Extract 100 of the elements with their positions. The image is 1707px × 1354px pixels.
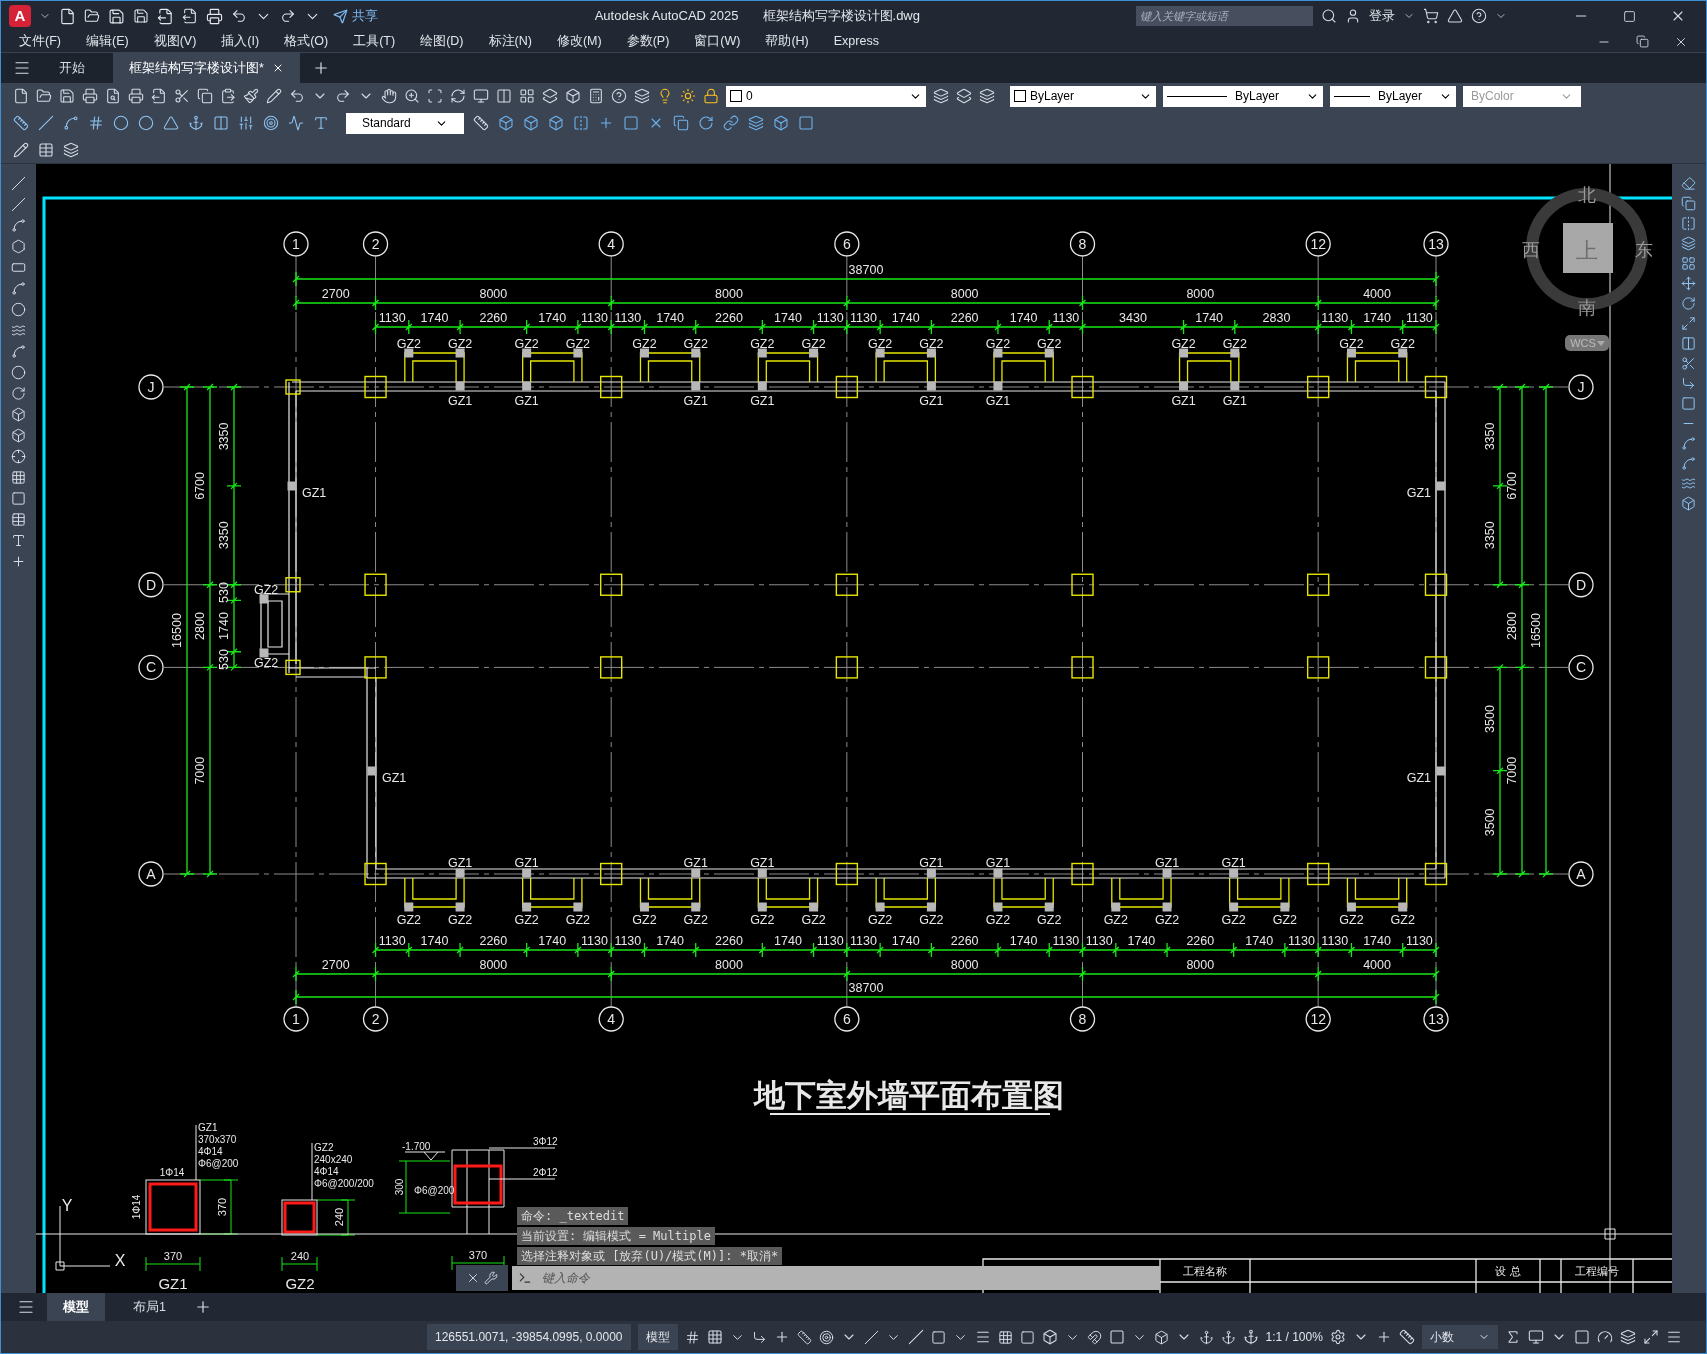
grid-axis-bubble: D (1568, 572, 1594, 598)
dimension-text: 1740 (1127, 934, 1156, 948)
dimension-text: 16500 (170, 613, 184, 648)
dimension-text: 1130 (1085, 934, 1113, 948)
column-label: GZ2 (985, 337, 1011, 351)
menu-item[interactable]: 格式(O) (284, 32, 329, 51)
column-label: GZ1 (1171, 394, 1196, 408)
units-dropdown[interactable]: 小数 (1421, 1325, 1498, 1349)
document-tab[interactable]: 框架结构写字楼设计图* (113, 53, 300, 83)
dimension-text: 1130 (1321, 934, 1349, 948)
column-label: GZ1 (750, 394, 775, 408)
dimension-text: 1740 (891, 934, 920, 948)
menu-item[interactable]: 视图(V) (153, 32, 197, 51)
dimension-text: 1130 (1405, 934, 1433, 948)
column-label: GZ1 (447, 856, 473, 870)
grid-axis-bubble: 12 (1305, 1006, 1331, 1032)
dimension-text: 1130 (378, 934, 406, 948)
menu-item[interactable]: 插入(I) (221, 32, 260, 51)
menu-item[interactable]: 帮助(H) (765, 32, 809, 51)
command-input-field[interactable]: 键入命令 (538, 1266, 1160, 1290)
dimension-text: 1740 (1195, 311, 1224, 325)
dimension-text: 2260 (1186, 934, 1215, 948)
dimension-text: 1740 (774, 311, 802, 325)
section-note: 4Φ14 (314, 1166, 339, 1177)
rebar-note: 1Φ14 (159, 1167, 185, 1178)
app-logo[interactable]: A (9, 5, 31, 27)
dimension-text: 1130 (850, 311, 877, 325)
dimension-text: 1740 (420, 934, 449, 948)
model-space-button[interactable]: 模型 (637, 1324, 678, 1350)
layer-dropdown[interactable]: 0 (726, 85, 926, 107)
dimension-text: 7000 (1505, 756, 1519, 785)
grid-axis-bubble: 4 (598, 231, 624, 257)
document-tab[interactable]: 开始 (43, 53, 101, 83)
menu-item[interactable]: 修改(M) (556, 32, 602, 51)
section-note: GZ2 (314, 1142, 334, 1153)
linetype-dropdown[interactable]: ByLayer (1163, 85, 1323, 107)
search-field[interactable]: 键入关键字或短语 (1136, 6, 1313, 26)
lineweight-dropdown[interactable]: ByLayer (1330, 85, 1456, 107)
dimension-text: 1130 (614, 934, 642, 948)
menu-item[interactable]: 绘图(D) (420, 32, 464, 51)
coordinates-readout: 126551.0071, -39854.0995, 0.0000 (427, 1324, 631, 1350)
compass-label: 西 (1522, 240, 1540, 260)
column-label: GZ1 (683, 394, 708, 408)
column-label: GZ2 (750, 913, 775, 927)
window-title: Autodesk AutoCAD 2025 (594, 7, 739, 26)
column-label: GZ1 (985, 856, 1011, 870)
dimension-text: 3350 (217, 422, 231, 451)
compass-label: 东 (1635, 240, 1653, 260)
dimension-text: 1740 (217, 612, 231, 640)
dimension-text: 530 (217, 582, 231, 603)
column-label: GZ2 (750, 337, 775, 351)
column-label: GZ2 (919, 913, 944, 927)
menu-item[interactable]: 窗口(W) (694, 32, 741, 51)
dimension-text: 2260 (715, 934, 743, 948)
menu-item[interactable]: Express (833, 32, 879, 51)
dimension-text: 38700 (848, 263, 884, 277)
axis-label: Y (61, 1197, 73, 1214)
layout-tab[interactable]: 布局1 (117, 1293, 182, 1321)
dimension-text: 240 (333, 1207, 345, 1227)
column-label: GZ1 (514, 394, 539, 408)
annotation-scale-button[interactable]: 1:1 / 100% (1265, 1328, 1323, 1346)
menu-item[interactable]: 文件(F) (19, 32, 61, 51)
column-label: GZ1 (750, 856, 775, 870)
dimension-text: 1740 (538, 934, 567, 948)
grid-axis-bubble: 4 (598, 1006, 624, 1032)
column-label: GZ2 (1390, 913, 1415, 927)
column-label: GZ2 (867, 337, 893, 351)
text-style-dropdown[interactable]: Standard (346, 112, 464, 134)
dimension-text: 1130 (1321, 311, 1349, 325)
section-note: 370x370 (198, 1134, 237, 1145)
grid-axis-bubble: J (138, 374, 164, 400)
grid-axis-bubble: 6 (834, 231, 860, 257)
column-label: GZ2 (447, 913, 473, 927)
window-title: 框架结构写字楼设计图.dwg (762, 7, 920, 26)
column-label: GZ1 (1221, 856, 1246, 870)
section-note: Φ6@200/200 (314, 1178, 374, 1189)
column-label: GZ2 (447, 337, 473, 351)
menu-item[interactable]: 编辑(E) (85, 32, 129, 51)
menu-item[interactable]: 参数(P) (626, 32, 670, 51)
share-button[interactable]: 共享 (329, 6, 382, 26)
title-block-text: 设 总 (1495, 1265, 1521, 1277)
dimension-text: 8000 (715, 958, 743, 972)
menu-item[interactable]: 工具(T) (353, 32, 396, 51)
menu-item[interactable]: 标注(N) (488, 32, 532, 51)
rebar-note: 2Φ12 (533, 1167, 558, 1178)
column-label: GZ2 (1154, 913, 1180, 927)
color-dropdown[interactable]: ByLayer (1010, 85, 1156, 107)
sign-in-link[interactable]: 登录 (1369, 6, 1395, 26)
dimension-text: 1130 (816, 934, 844, 948)
column-label: GZ2 (514, 337, 539, 351)
dimension-text: 300 (394, 1178, 405, 1196)
grid-axis-bubble: A (138, 861, 164, 887)
dimension-text: 530 (217, 649, 231, 670)
layout-tab[interactable]: 模型 (47, 1293, 105, 1321)
column-label: GZ2 (1222, 337, 1247, 351)
column-label: GZ2 (867, 913, 893, 927)
column-label: GZ1 (1406, 771, 1431, 785)
column-label: GZ1 (985, 394, 1011, 408)
dimension-text: 4000 (1363, 287, 1391, 301)
column-label: GZ2 (396, 337, 421, 351)
